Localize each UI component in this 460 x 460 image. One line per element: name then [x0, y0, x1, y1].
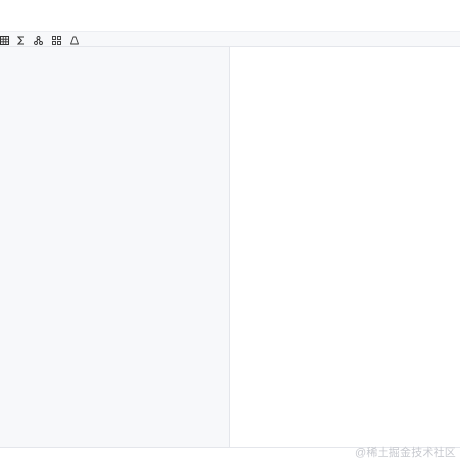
insert-diagram-button[interactable]	[32, 34, 44, 46]
table-icon	[0, 35, 9, 45]
insert-layout-button[interactable]	[50, 34, 62, 46]
erase-icon	[69, 36, 79, 45]
clear-format-button[interactable]	[68, 34, 80, 46]
preview-pane	[231, 47, 460, 447]
insert-table-button[interactable]	[0, 34, 10, 46]
markdown-editor: @稀土掘金技术社区	[0, 0, 460, 460]
editor-toolbar	[0, 31, 460, 47]
markdown-input-pane[interactable]	[0, 47, 230, 447]
insert-formula-button[interactable]	[15, 34, 27, 46]
grid-icon	[51, 35, 61, 45]
watermark-text: @稀土掘金技术社区	[355, 447, 456, 459]
sigma-icon	[17, 35, 25, 45]
diagram-icon	[33, 35, 43, 45]
